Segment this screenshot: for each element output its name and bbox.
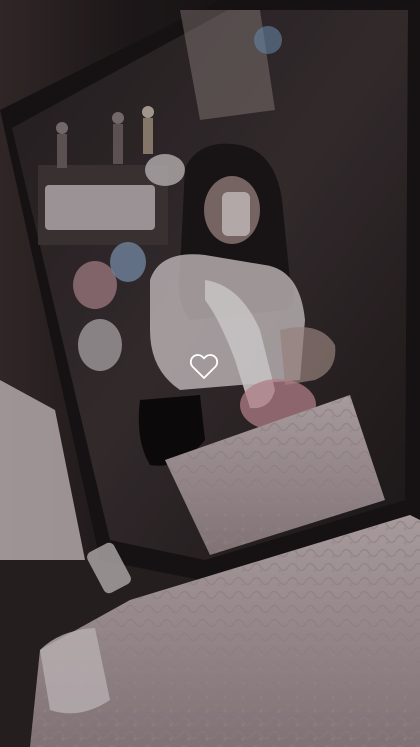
like-button[interactable] — [188, 352, 220, 380]
heart-outline-icon — [189, 354, 219, 379]
photo-viewer — [0, 0, 420, 747]
